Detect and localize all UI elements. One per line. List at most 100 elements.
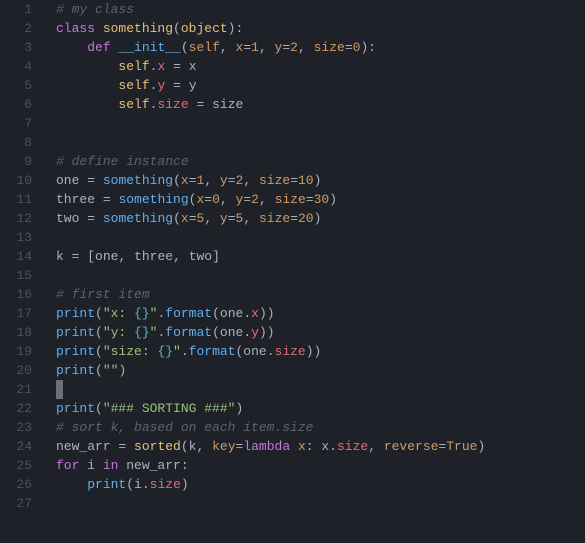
token-punc: ) — [314, 173, 322, 188]
token-funcdef: __init__ — [118, 40, 180, 55]
token-class: object — [181, 21, 228, 36]
token-op: = — [87, 211, 95, 226]
token-punc: , — [259, 40, 275, 55]
token-esc: {} — [134, 325, 150, 340]
token-func: print — [56, 363, 95, 378]
token-ident: size — [275, 344, 306, 359]
token-text: one — [56, 173, 87, 188]
token-ident: size — [150, 477, 181, 492]
token-text — [165, 78, 173, 93]
token-text: one — [95, 249, 118, 264]
line-number: 12 — [0, 209, 32, 228]
token-text: one — [220, 325, 243, 340]
token-text: x — [181, 59, 197, 74]
code-line[interactable]: def __init__(self, x=1, y=2, size=0): — [56, 38, 585, 57]
token-string: "" — [103, 363, 119, 378]
line-number: 7 — [0, 114, 32, 133]
code-line[interactable]: for i in new_arr: — [56, 456, 585, 475]
token-string: "x: — [103, 306, 134, 321]
token-punc: , — [243, 211, 259, 226]
line-number: 26 — [0, 475, 32, 494]
code-line[interactable]: new_arr = sorted(k, key=lambda x: x.size… — [56, 437, 585, 456]
line-number: 1 — [0, 0, 32, 19]
code-line[interactable]: class something(object): — [56, 19, 585, 38]
token-punc: , — [204, 211, 220, 226]
code-line[interactable] — [56, 380, 585, 399]
token-text: two — [189, 249, 212, 264]
code-line[interactable]: # my class — [56, 0, 585, 19]
token-op: = — [290, 211, 298, 226]
token-func: print — [56, 325, 95, 340]
code-line[interactable] — [56, 228, 585, 247]
token-op: = — [282, 40, 290, 55]
token-param: reverse — [384, 439, 439, 454]
code-line[interactable]: print("### SORTING ###") — [56, 399, 585, 418]
token-punc: , — [196, 439, 212, 454]
code-line[interactable]: self.size = size — [56, 95, 585, 114]
code-line[interactable]: self.x = x — [56, 57, 585, 76]
code-line[interactable]: print("y: {}".format(one.y)) — [56, 323, 585, 342]
token-keyword: class — [56, 21, 95, 36]
token-param: size — [259, 211, 290, 226]
token-op: = — [228, 173, 236, 188]
code-line[interactable]: # sort k, based on each item.size — [56, 418, 585, 437]
token-text — [56, 40, 87, 55]
token-esc: {} — [134, 306, 150, 321]
line-number: 10 — [0, 171, 32, 190]
code-line[interactable]: print(i.size) — [56, 475, 585, 494]
token-keyword: in — [103, 458, 119, 473]
token-ident: y — [251, 325, 259, 340]
token-keyword: for — [56, 458, 79, 473]
code-line[interactable] — [56, 114, 585, 133]
code-line[interactable] — [56, 133, 585, 152]
token-op: = — [189, 211, 197, 226]
token-comment: # define instance — [56, 154, 189, 169]
token-text — [95, 211, 103, 226]
code-line[interactable]: # define instance — [56, 152, 585, 171]
token-op: = — [204, 192, 212, 207]
token-comment: # sort k, based on each item.size — [56, 420, 313, 435]
line-number: 19 — [0, 342, 32, 361]
token-text — [126, 439, 134, 454]
token-op: = — [243, 192, 251, 207]
token-op: = — [103, 192, 111, 207]
token-ident: size — [337, 439, 368, 454]
code-line[interactable]: k = [one, three, two] — [56, 247, 585, 266]
line-number: 9 — [0, 152, 32, 171]
code-line[interactable] — [56, 266, 585, 285]
token-func: print — [87, 477, 126, 492]
code-line[interactable]: print("size: {}".format(one.size)) — [56, 342, 585, 361]
cursor — [56, 380, 63, 399]
token-func: something — [103, 173, 173, 188]
code-line[interactable]: print("x: {}".format(one.x)) — [56, 304, 585, 323]
code-line[interactable]: # first item — [56, 285, 585, 304]
token-text: two — [56, 211, 87, 226]
token-text — [56, 97, 118, 112]
code-line[interactable]: two = something(x=5, y=5, size=20) — [56, 209, 585, 228]
token-param: y — [220, 211, 228, 226]
token-ident: x — [251, 306, 259, 321]
code-line[interactable]: one = something(x=1, y=2, size=10) — [56, 171, 585, 190]
token-text — [95, 21, 103, 36]
code-area[interactable]: # my classclass something(object): def _… — [48, 0, 585, 543]
code-line[interactable]: self.y = y — [56, 76, 585, 95]
token-punc: ( — [181, 439, 189, 454]
token-punc: . — [267, 344, 275, 359]
token-punc: ) — [118, 363, 126, 378]
token-number: 20 — [298, 211, 314, 226]
token-class: something — [103, 21, 173, 36]
line-number: 3 — [0, 38, 32, 57]
code-editor[interactable]: 1234567891011121314151617181920212223242… — [0, 0, 585, 543]
code-line[interactable] — [56, 494, 585, 513]
token-punc: ( — [95, 401, 103, 416]
token-punc: , — [243, 173, 259, 188]
code-line[interactable]: three = something(x=0, y=2, size=30) — [56, 190, 585, 209]
line-number: 25 — [0, 456, 32, 475]
token-punc: ) — [477, 439, 485, 454]
code-line[interactable]: print("") — [56, 361, 585, 380]
line-number: 4 — [0, 57, 32, 76]
token-punc: . — [181, 344, 189, 359]
token-punc: ( — [173, 173, 181, 188]
token-punc: )) — [259, 306, 275, 321]
line-number: 6 — [0, 95, 32, 114]
